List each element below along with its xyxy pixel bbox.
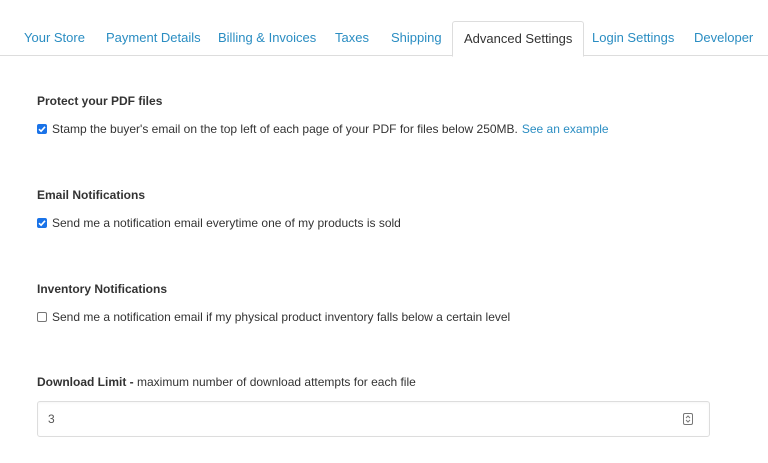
tab-billing-invoices[interactable]: Billing & Invoices bbox=[218, 21, 316, 56]
pdf-section-title: Protect your PDF files bbox=[37, 94, 163, 108]
email-notify-checkbox[interactable] bbox=[37, 218, 47, 228]
email-notify-label: Send me a notification email everytime o… bbox=[52, 216, 401, 230]
inventory-notify-option: Send me a notification email if my physi… bbox=[37, 310, 510, 324]
pdf-stamp-label: Stamp the buyer's email on the top left … bbox=[52, 122, 518, 136]
pdf-stamp-option: Stamp the buyer's email on the top left … bbox=[37, 122, 609, 136]
see-example-link[interactable]: See an example bbox=[522, 122, 609, 136]
pdf-stamp-checkbox[interactable] bbox=[37, 124, 47, 134]
inventory-notify-label: Send me a notification email if my physi… bbox=[52, 310, 511, 324]
settings-tabs: Your Store Payment Details Billing & Inv… bbox=[0, 0, 768, 57]
email-notify-option: Send me a notification email everytime o… bbox=[37, 216, 401, 230]
download-limit-input[interactable] bbox=[38, 402, 668, 436]
tab-your-store[interactable]: Your Store bbox=[24, 21, 85, 56]
inventory-notify-checkbox[interactable] bbox=[37, 312, 47, 322]
tab-shipping[interactable]: Shipping bbox=[391, 21, 442, 56]
download-limit-label-desc: maximum number of download attempts for … bbox=[137, 375, 416, 389]
download-limit-label-bold: Download Limit - bbox=[37, 375, 134, 389]
email-section-title: Email Notifications bbox=[37, 188, 146, 202]
tab-payment-details[interactable]: Payment Details bbox=[106, 21, 201, 56]
tab-taxes[interactable]: Taxes bbox=[335, 21, 369, 56]
tab-developer[interactable]: Developer bbox=[694, 21, 753, 56]
tab-login-settings[interactable]: Login Settings bbox=[592, 21, 674, 56]
download-limit-label: Download Limit - maximum number of downl… bbox=[37, 375, 416, 389]
inventory-section-title: Inventory Notifications bbox=[37, 282, 168, 296]
download-limit-field bbox=[37, 401, 710, 437]
spinner-icon[interactable] bbox=[683, 413, 693, 425]
tab-advanced-settings[interactable]: Advanced Settings bbox=[452, 21, 585, 57]
